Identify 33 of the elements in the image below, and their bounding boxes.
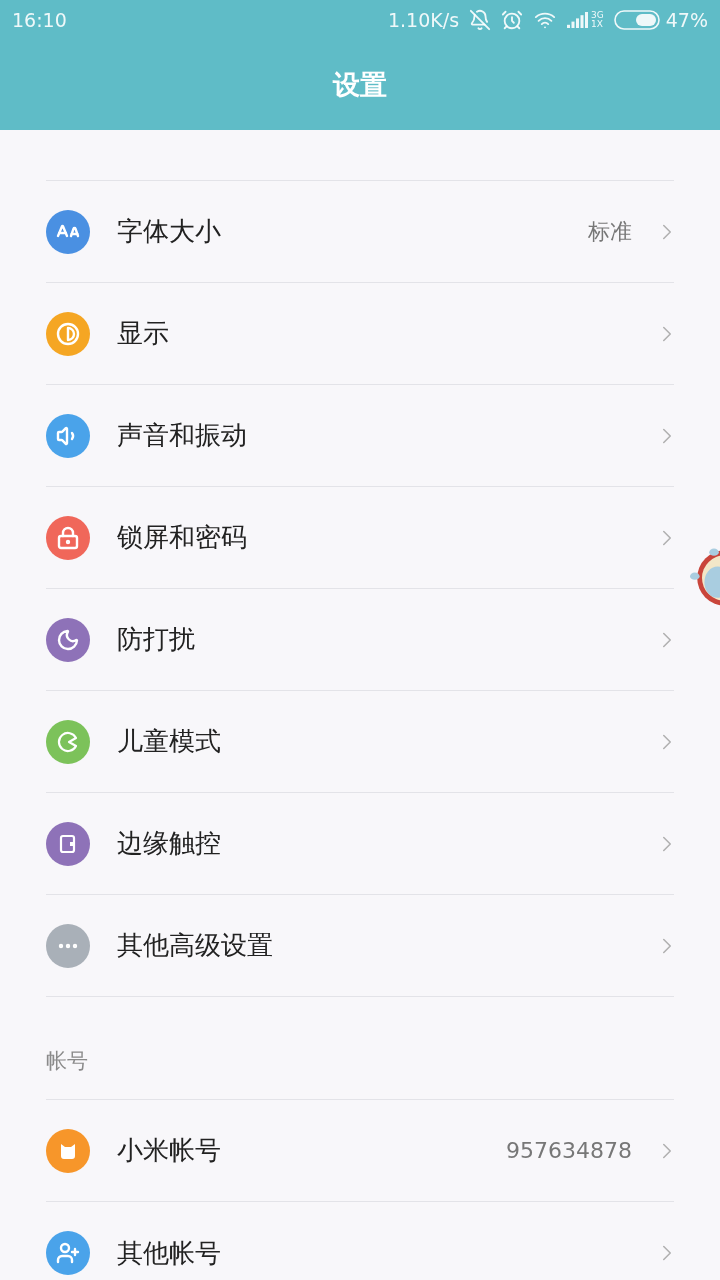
settings-row[interactable]: 声音和振动 <box>46 385 674 487</box>
page-title: 设置 <box>333 67 387 102</box>
settings-row[interactable]: 锁屏和密码 <box>46 487 674 589</box>
row-value: 957634878 <box>506 1137 632 1165</box>
settings-row[interactable]: 防打扰 <box>46 589 674 691</box>
row-label: 字体大小 <box>117 215 221 248</box>
network-type: 1X <box>591 20 604 29</box>
row-label: 边缘触控 <box>117 827 221 860</box>
settings-row[interactable]: 其他帐号 <box>46 1202 674 1280</box>
row-label: 防打扰 <box>117 623 195 656</box>
row-label: 显示 <box>117 317 169 350</box>
alarm-icon <box>501 9 524 31</box>
network-speed: 1.10K/s <box>388 7 460 33</box>
status-time: 16:10 <box>12 7 67 33</box>
row-label: 其他高级设置 <box>117 929 273 962</box>
settings-row[interactable]: 字体大小 标准 <box>46 181 674 283</box>
row-value: 标准 <box>588 218 632 246</box>
network-type: 3G <box>591 11 604 20</box>
row-label: 声音和振动 <box>117 419 247 452</box>
settings-row[interactable]: 儿童模式 <box>46 691 674 793</box>
row-label: 锁屏和密码 <box>117 521 247 554</box>
settings-row[interactable]: 其他高级设置 <box>46 895 674 997</box>
row-label: 小米帐号 <box>117 1134 221 1167</box>
settings-row[interactable]: 显示 <box>46 283 674 385</box>
settings-row[interactable]: 边缘触控 <box>46 793 674 895</box>
row-label: 其他帐号 <box>117 1236 221 1270</box>
settings-row[interactable]: 小米帐号 957634878 <box>46 1100 674 1202</box>
row-label: 儿童模式 <box>117 725 221 758</box>
mute-icon <box>469 9 492 31</box>
signal-icon <box>567 12 590 28</box>
battery-icon <box>613 10 660 30</box>
battery-percent: 47% <box>665 7 708 33</box>
section-title: 帐号 <box>46 1048 88 1076</box>
